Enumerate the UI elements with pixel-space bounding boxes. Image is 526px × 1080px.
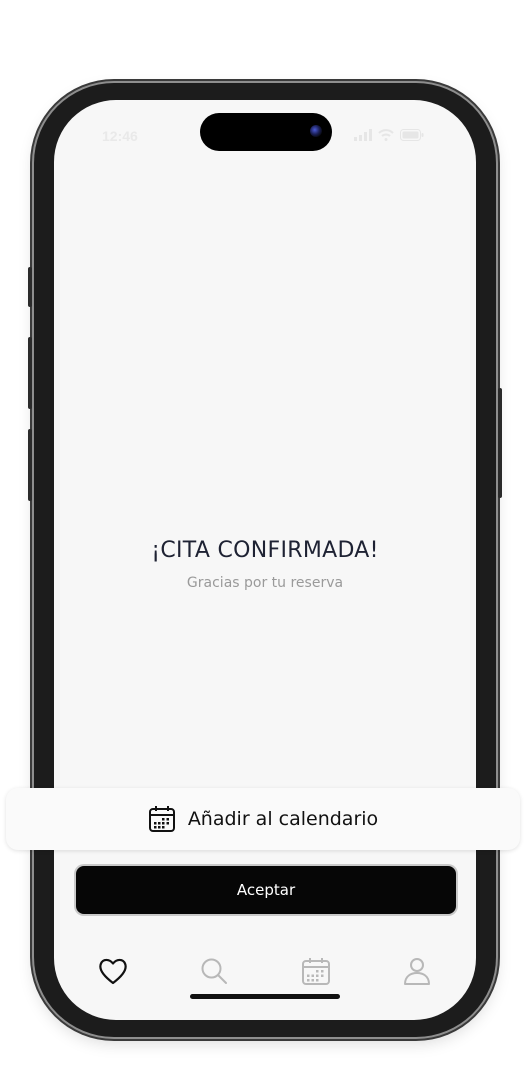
wifi-icon <box>378 129 394 141</box>
accept-button[interactable]: Aceptar <box>76 866 456 914</box>
stage: Añadir al calendario 12:46 ¡CITA CONFIRM… <box>0 0 526 1080</box>
signal-icon <box>354 129 372 141</box>
confirmation-title: ¡CITA CONFIRMADA! <box>151 538 379 563</box>
calendar-icon <box>148 806 175 832</box>
tab-search[interactable] <box>182 947 246 995</box>
dynamic-island <box>200 113 332 151</box>
status-time: 12:46 <box>102 128 138 144</box>
action-button <box>28 267 32 307</box>
add-to-calendar-button[interactable]: Añadir al calendario <box>6 788 520 850</box>
power-button <box>498 388 502 498</box>
status-icons <box>354 129 424 141</box>
front-camera <box>310 125 322 137</box>
tab-profile[interactable] <box>385 947 449 995</box>
add-to-calendar-label: Añadir al calendario <box>187 808 379 830</box>
home-indicator[interactable] <box>190 994 340 999</box>
confirmation-subtitle: Gracias por tu reserva <box>186 575 344 591</box>
volume-up-button <box>28 337 32 409</box>
heart-icon <box>98 958 127 985</box>
battery-icon <box>400 129 424 141</box>
tab-calendar[interactable] <box>284 947 348 995</box>
volume-down-button <box>28 429 32 501</box>
calendar-icon <box>301 958 330 985</box>
user-icon <box>404 958 431 985</box>
tab-favorites[interactable] <box>81 947 145 995</box>
search-icon <box>201 958 228 984</box>
